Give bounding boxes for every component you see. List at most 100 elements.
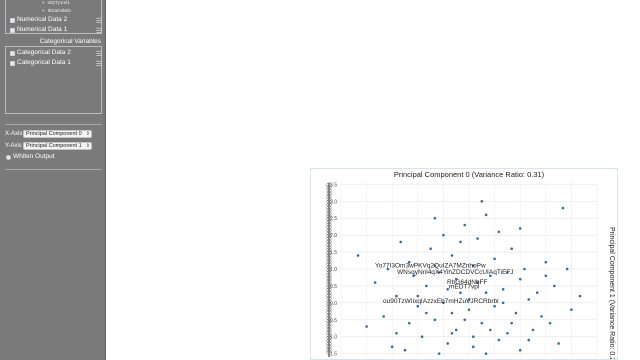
data-point: [437, 352, 441, 355]
variable-label: Categorical Data 1: [17, 59, 71, 66]
data-point: [561, 206, 565, 210]
data-point: [570, 308, 573, 311]
data-point: [518, 227, 522, 230]
data-point: [399, 240, 403, 244]
x-axis-select[interactable]: Principal Component 0 ⇕: [23, 130, 92, 138]
data-point: [506, 332, 509, 335]
variable-subitem[interactable]: × mlZTy1rel1: [42, 0, 70, 5]
remove-icon[interactable]: ×: [42, 0, 45, 5]
variable-subitem[interactable]: × IkGaO4kEb: [42, 8, 71, 13]
data-point: [467, 308, 471, 311]
data-point: [501, 301, 505, 305]
data-point: [480, 200, 484, 203]
data-point: [553, 284, 556, 288]
hamburger-menu-icon[interactable]: ☰: [96, 27, 102, 35]
scatter-plot[interactable]: Principal Component 0 (Variance Ratio: 0…: [311, 169, 617, 359]
data-point: [527, 298, 531, 301]
data-point: [420, 335, 424, 338]
data-point: [523, 267, 526, 271]
whiten-label: Whiten Output: [13, 153, 55, 160]
data-point: [510, 321, 513, 325]
y-tick-label: -1.5: [328, 352, 337, 358]
data-point: [484, 352, 488, 355]
data-point: [425, 284, 428, 288]
data-point: [510, 247, 513, 250]
hamburger-menu-icon[interactable]: ☰: [96, 50, 102, 58]
data-point: [442, 233, 445, 237]
data-point: [484, 291, 488, 294]
data-point: [390, 345, 394, 349]
data-point: [429, 247, 432, 250]
numerical-variable-item[interactable]: Numerical Data 1 ☰: [10, 26, 102, 36]
variable-checkbox[interactable]: [10, 51, 15, 56]
data-point: [527, 338, 531, 342]
data-point: [433, 216, 437, 220]
y-tick-label: -1.0: [328, 335, 337, 341]
data-point: [459, 240, 462, 244]
numerical-variable-item[interactable]: Numerical Data 2 ☰: [10, 16, 102, 26]
data-point: [497, 338, 501, 342]
categorical-variables-title: Categorical Variables: [39, 38, 101, 45]
numerical-variables-panel: × mlZTy1rel1 × IkGaO4kEb Numerical Data 2 …: [5, 0, 102, 36]
whiten-output-toggle[interactable]: Whiten Output: [6, 153, 98, 163]
data-point: [425, 311, 428, 315]
data-point: [518, 277, 522, 281]
variable-checkbox[interactable]: [10, 61, 15, 66]
hamburger-menu-icon[interactable]: ☰: [96, 17, 102, 25]
data-point: [501, 288, 505, 291]
data-point: [433, 318, 437, 322]
data-point: [544, 274, 548, 278]
select-arrows-icon: ⇕: [85, 131, 90, 137]
data-point: [557, 342, 560, 345]
data-point: [395, 332, 398, 335]
data-point: [476, 237, 479, 240]
data-point: [454, 328, 458, 332]
select-arrows-icon: ⇕: [85, 143, 90, 149]
categorical-variable-item[interactable]: Categorical Data 2 ☰: [10, 49, 102, 59]
data-point: [540, 315, 543, 318]
data-point: [471, 335, 475, 338]
y-axis-label: Y-Axis: [5, 143, 22, 149]
data-point: [373, 281, 377, 284]
data-point: [489, 328, 492, 332]
variable-label: Numerical Data 1: [17, 26, 68, 33]
data-point: [544, 260, 548, 264]
point-annotation: WNsqyNnl4qX4YihZDCDVCcUIAqTiEFJ: [397, 269, 514, 276]
data-point: [480, 321, 484, 325]
data-point: [446, 342, 449, 345]
y-axis-select[interactable]: Principal Component 1 ⇕: [23, 142, 92, 150]
data-point: [548, 321, 552, 325]
data-point: [565, 267, 569, 271]
data-point: [450, 311, 454, 315]
data-point: [356, 254, 360, 257]
data-point: [450, 254, 454, 257]
x-axis-label: X-Axis: [5, 131, 23, 137]
data-point: [382, 315, 385, 318]
categorical-variables-panel: Categorical Data 2 ☰ Categorical Data 1 …: [5, 46, 102, 114]
point-annotation: mEDT7vpl: [449, 284, 480, 291]
data-point: [578, 294, 582, 298]
data-point: [518, 348, 522, 352]
sidebar: × mlZTy1rel1 × IkGaO4kEb Numerical Data 2 …: [0, 0, 106, 360]
data-point: [535, 291, 539, 294]
data-point: [493, 304, 496, 308]
point-annotation: ou90TzWIixqIAzzxEb7mHZuVJRCRbrbl: [383, 298, 499, 305]
whiten-checkbox[interactable]: [6, 155, 11, 160]
variable-checkbox[interactable]: [10, 28, 15, 33]
remove-icon[interactable]: ×: [42, 8, 45, 13]
data-point: [416, 304, 420, 308]
data-point: [459, 291, 462, 294]
data-point: [497, 230, 501, 234]
data-point: [493, 257, 496, 261]
data-point: [531, 328, 535, 332]
data-point: [403, 348, 407, 352]
chart-title: Principal Component 0 (Variance Ratio: 0…: [394, 170, 545, 179]
data-point: [450, 332, 454, 335]
hamburger-menu-icon[interactable]: ☰: [96, 60, 102, 68]
data-point: [407, 321, 411, 325]
y-axis-title: Principal Component 1 (Variance Ratio: 0…: [608, 227, 615, 359]
variable-label: Categorical Data 2: [17, 49, 71, 56]
variable-checkbox[interactable]: [10, 18, 15, 23]
categorical-variable-item[interactable]: Categorical Data 1 ☰: [10, 59, 102, 69]
divider: [5, 124, 102, 125]
